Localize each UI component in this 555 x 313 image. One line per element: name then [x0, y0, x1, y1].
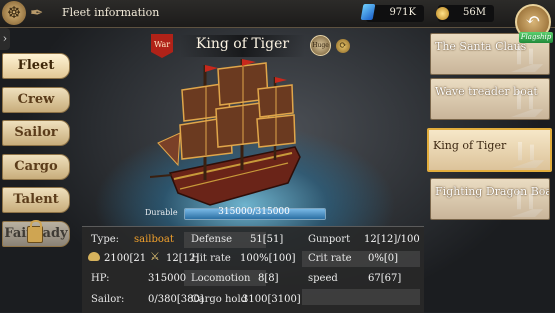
size-badge: Huge [310, 35, 331, 56]
menu-fleet-label: Fleet [17, 58, 55, 73]
sailor-label: Sailor: [91, 294, 125, 305]
cargo-hold-label: Cargo hold [191, 294, 248, 305]
coin-icon [436, 7, 449, 20]
ship-card-label: Wave treader boat [435, 85, 538, 98]
menu-cargo-label: Cargo [14, 159, 58, 174]
menu-sailor-button[interactable]: Sailor [2, 120, 70, 146]
type-value: sailboat [134, 234, 174, 245]
speed-value: 67[67] [368, 273, 402, 284]
ship-name: King of Tiger [195, 36, 290, 52]
gem-counter[interactable]: 971K [360, 4, 424, 22]
ship-card-label: King of Tiger [433, 139, 507, 152]
defense-label: Defense [191, 234, 233, 245]
gunport-label: Gunport [308, 234, 351, 245]
ship-card-king-of-tiger[interactable]: King of Tiger [427, 128, 552, 172]
ship-card-label: The Santa Claus [435, 40, 527, 53]
collapse-arrow-icon[interactable]: › [0, 28, 10, 50]
menu-talent-button[interactable]: Talent [2, 187, 70, 213]
menu-fleet-button[interactable]: Fleet [2, 53, 70, 79]
durable-value: 315000/315000 [218, 207, 290, 217]
hit-rate-value: 100%[100] [240, 253, 296, 264]
defense-value: 51[51] [250, 234, 284, 245]
hp-label: HP: [91, 273, 110, 284]
gunport-value: 12[12]/100 [364, 234, 420, 245]
ship-stats-panel: Type: sailboat 2100[21 ⚔ 12[12] HP: 3150… [82, 226, 424, 313]
menu-talent-label: Talent [13, 192, 59, 207]
crew-value: 2100[21 [104, 253, 147, 264]
coin-value: 56M [463, 7, 486, 18]
top-bar: ☸ ✒ Fleet information 971K 56M [0, 0, 555, 28]
quill-icon: ✒ [30, 3, 44, 22]
ship-card-fighting-dragon[interactable]: Fighting Dragon Boat [430, 178, 550, 220]
cargo-hold-value: 3100[3100] [242, 294, 301, 305]
hit-rate-label: Hit rate [191, 253, 231, 264]
menu-sailor-label: Sailor [14, 125, 58, 140]
ship-wheel-icon[interactable]: ☸ [2, 1, 26, 25]
ship-silhouette-icon [504, 142, 544, 168]
locomotion-value: 8[8] [258, 273, 279, 284]
crit-rate-value: 0%[0] [368, 253, 399, 264]
locomotion-label: Locomotion [191, 273, 251, 284]
gem-value: 971K [389, 7, 416, 18]
gem-icon [360, 4, 376, 20]
type-label: Type: [91, 234, 120, 245]
ship-card-wave-treader[interactable]: Wave treader boat [430, 78, 550, 120]
stat-cell-bg [302, 289, 420, 305]
page-title: Fleet information [62, 6, 160, 19]
menu-cargo-button[interactable]: Cargo [2, 154, 70, 180]
menu-crew-button[interactable]: Crew [2, 87, 70, 113]
crit-rate-label: Crit rate [308, 253, 352, 264]
menu-crew-label: Crew [17, 92, 55, 107]
crossed-swords-icon: ⚔ [150, 250, 160, 263]
ship-illustration [150, 59, 301, 206]
hp-value: 315000 [148, 273, 187, 284]
menu-fair-lady-button[interactable]: Fair lady [2, 220, 70, 247]
crew-icon [88, 252, 100, 261]
swap-icon[interactable]: ⟳ [336, 39, 350, 53]
flagship-badge: Flagship [519, 32, 553, 43]
coin-counter[interactable]: 56M [436, 5, 494, 22]
lock-icon [27, 220, 43, 243]
speed-label: speed [308, 273, 338, 284]
durable-label: Durable [145, 208, 178, 217]
